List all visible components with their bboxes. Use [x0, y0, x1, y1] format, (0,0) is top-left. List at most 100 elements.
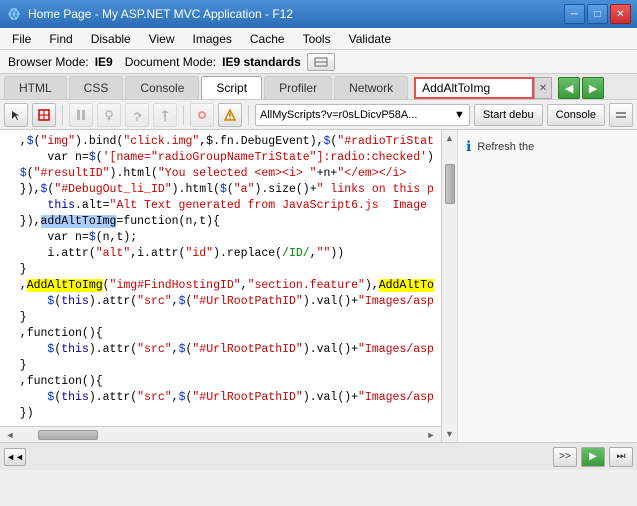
code-line-18: })	[0, 406, 441, 422]
scroll-right-button[interactable]: ►	[423, 429, 439, 441]
code-line-4: }),$("#DebugOut_li_ID").html($("a").size…	[0, 182, 441, 198]
menu-bar: File Find Disable View Images Cache Tool…	[0, 28, 637, 50]
code-panel: ,$("img").bind("click.img",$.fn.DebugEve…	[0, 130, 441, 442]
nav-skip-button[interactable]: >>	[553, 447, 577, 467]
compat-button[interactable]	[307, 53, 335, 71]
scroll-down-button[interactable]: ▼	[444, 428, 456, 440]
nav-prev-button[interactable]: ◀	[558, 77, 580, 99]
info-bar: Browser Mode: IE9 Document Mode: IE9 sta…	[0, 50, 637, 74]
menu-find[interactable]: Find	[41, 30, 80, 48]
vertical-scroll-thumb[interactable]	[445, 164, 455, 204]
code-text-17: $(this).attr("src",$("#UrlRootPathID").v…	[6, 390, 435, 406]
horizontal-scrollbar[interactable]: ◄ ►	[0, 426, 441, 442]
tab-html[interactable]: HTML	[4, 76, 67, 99]
browser-mode-label: Browser Mode:	[8, 55, 89, 69]
code-editor[interactable]: ,$("img").bind("click.img",$.fn.DebugEve…	[0, 130, 441, 426]
separator-2	[183, 105, 184, 125]
scroll-up-button[interactable]: ▲	[444, 132, 456, 144]
code-text-18: })	[6, 406, 435, 422]
vertical-scrollbar-container: ▲ ▼	[441, 130, 457, 442]
nav-end-button[interactable]: ⏭	[609, 447, 633, 467]
code-text-15: }	[6, 358, 435, 374]
code-line-1: ,$("img").bind("click.img",$.fn.DebugEve…	[0, 134, 441, 150]
code-line-17: $(this).attr("src",$("#UrlRootPathID").v…	[0, 390, 441, 406]
step-into-tool[interactable]	[97, 103, 121, 127]
window-title: Home Page - My ASP.NET MVC Application -…	[28, 7, 558, 21]
code-line-6: }),addAltToImg=function(n,t){	[0, 214, 441, 230]
code-text-11: $(this).attr("src",$("#UrlRootPathID").v…	[6, 294, 435, 310]
code-line-14: $(this).attr("src",$("#UrlRootPathID").v…	[0, 342, 441, 358]
exception-tool[interactable]	[218, 103, 242, 127]
step-out-tool[interactable]	[153, 103, 177, 127]
tab-css[interactable]: CSS	[69, 76, 124, 99]
code-text-7: var n=$(n,t);	[6, 230, 435, 246]
browser-mode-value: IE9	[95, 55, 113, 69]
code-line-3: $("#resultID").html("You selected <em><i…	[0, 166, 441, 182]
code-text-4: }),$("#DebugOut_li_ID").html($("a").size…	[6, 182, 435, 198]
scroll-far-left-button[interactable]: ◄◄	[4, 448, 26, 466]
code-text-14: $(this).attr("src",$("#UrlRootPathID").v…	[6, 342, 435, 358]
pause-tool[interactable]	[69, 103, 93, 127]
menu-cache[interactable]: Cache	[242, 30, 293, 48]
window-controls: ─ □ ✕	[564, 4, 631, 24]
pointer-tool[interactable]	[4, 103, 28, 127]
search-input[interactable]	[414, 77, 534, 99]
right-panel: ℹ Refresh the	[457, 130, 637, 442]
step-over-tool[interactable]	[125, 103, 149, 127]
tab-console[interactable]: Console	[125, 76, 199, 99]
code-line-13: ,function(){	[0, 326, 441, 342]
refresh-text: Refresh the	[477, 141, 534, 153]
code-text-9: }	[6, 262, 435, 278]
horizontal-scroll-thumb[interactable]	[38, 430, 98, 440]
script-dropdown[interactable]: AllMyScripts?v=r0sLDicvP58A... ▼	[255, 104, 470, 126]
doc-mode-label: Document Mode:	[125, 55, 216, 69]
doc-mode-value: IE9 standards	[222, 55, 301, 69]
code-text-8: i.attr("alt",i.attr("id").replace(/ID/,"…	[6, 246, 435, 262]
tab-script[interactable]: Script	[201, 76, 262, 99]
separator-1	[62, 105, 63, 125]
search-box-container: ✕	[414, 77, 552, 99]
nav-play-button[interactable]: ▶	[581, 447, 605, 467]
dropdown-arrow-icon: ▼	[454, 109, 465, 121]
nav-next-button[interactable]: ▶	[582, 77, 604, 99]
close-button[interactable]: ✕	[610, 4, 631, 24]
menu-file[interactable]: File	[4, 30, 39, 48]
menu-view[interactable]: View	[141, 30, 183, 48]
console-button[interactable]: Console	[547, 104, 605, 126]
separator-3	[248, 105, 249, 125]
menu-tools[interactable]: Tools	[295, 30, 339, 48]
minimize-button[interactable]: ─	[564, 4, 585, 24]
refresh-icon: ℹ	[466, 138, 471, 155]
code-line-10: ,AddAltToImg("img#FindHostingID","sectio…	[0, 278, 441, 294]
code-text-16: ,function(){	[6, 374, 435, 390]
menu-validate[interactable]: Validate	[341, 30, 399, 48]
search-close-button[interactable]: ✕	[534, 77, 552, 99]
code-text-2: var n=$('[name="radioGroupNameTriState"]…	[6, 150, 435, 166]
title-bar: Home Page - My ASP.NET MVC Application -…	[0, 0, 637, 28]
code-line-16: ,function(){	[0, 374, 441, 390]
breakpoints-tool[interactable]	[190, 103, 214, 127]
code-text-1: ,$("img").bind("click.img",$.fn.DebugEve…	[6, 134, 435, 150]
code-text-10: ,AddAltToImg("img#FindHostingID","sectio…	[6, 278, 435, 294]
menu-disable[interactable]: Disable	[83, 30, 139, 48]
code-text-6: }),addAltToImg=function(n,t){	[6, 214, 435, 230]
menu-images[interactable]: Images	[185, 30, 240, 48]
more-options-button[interactable]	[609, 103, 633, 127]
maximize-button[interactable]: □	[587, 4, 608, 24]
dropdown-value: AllMyScripts?v=r0sLDicvP58A...	[260, 109, 454, 121]
code-text-12: }	[6, 310, 435, 326]
tab-profiler[interactable]: Profiler	[264, 76, 332, 99]
start-debug-button[interactable]: Start debu	[474, 104, 543, 126]
refresh-button[interactable]: ℹ Refresh the	[462, 134, 633, 159]
bottom-bar: ◄◄ >> ▶ ⏭	[0, 442, 637, 470]
code-line-5: this.alt="Alt Text generated from JavaSc…	[0, 198, 441, 214]
tab-network[interactable]: Network	[334, 76, 408, 99]
toolbar: AllMyScripts?v=r0sLDicvP58A... ▼ Start d…	[0, 100, 637, 130]
tab-nav-buttons: ◀ ▶	[558, 77, 604, 99]
code-line-2: var n=$('[name="radioGroupNameTriState"]…	[0, 150, 441, 166]
vertical-scrollbar[interactable]: ▲ ▼	[441, 130, 457, 442]
code-text-13: ,function(){	[6, 326, 435, 342]
tabs-row: HTML CSS Console Script Profiler Network…	[0, 74, 637, 100]
scroll-left-button[interactable]: ◄	[2, 429, 18, 441]
select-tool[interactable]	[32, 103, 56, 127]
